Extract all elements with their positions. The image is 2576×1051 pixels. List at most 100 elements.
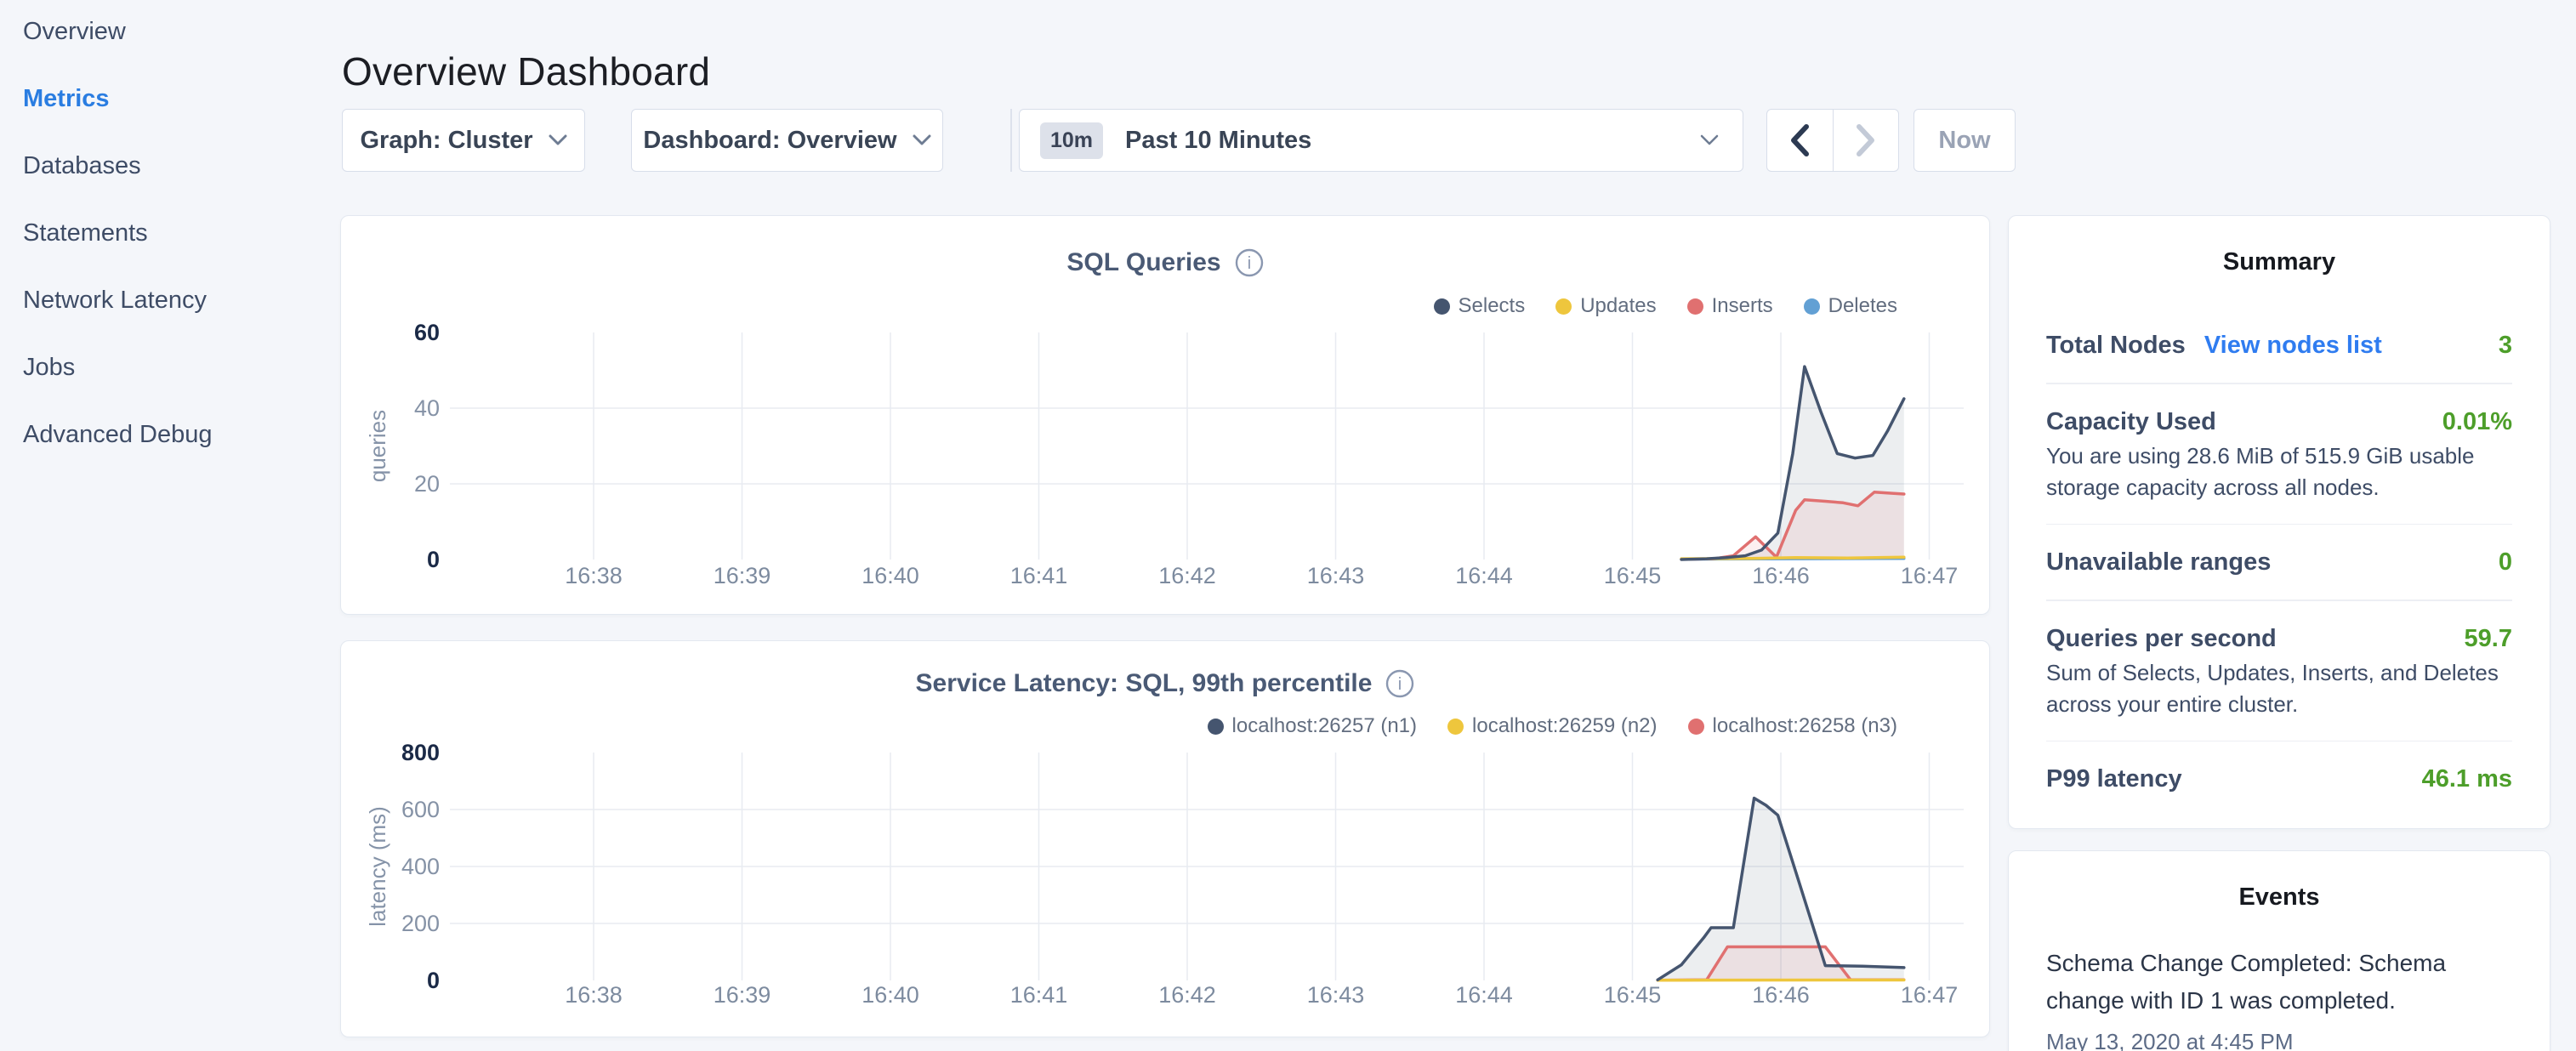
event-timestamp: May 13, 2020 at 4:45 PM: [2046, 1026, 2512, 1051]
x-tick-label: 16:46: [1752, 563, 1810, 588]
summary-divider: [2046, 599, 2512, 601]
x-tick-label: 16:43: [1307, 982, 1365, 1008]
legend-label: localhost:26258 (n3): [1713, 714, 1897, 738]
legend-item: localhost:26259 (n2): [1447, 714, 1657, 738]
chart-title: SQL Queries: [1066, 248, 1220, 277]
legend-item: localhost:26258 (n3): [1688, 714, 1897, 738]
legend-dot-icon: [1447, 719, 1464, 735]
chevron-down-icon: [1700, 134, 1719, 146]
x-tick-label: 16:45: [1604, 982, 1662, 1008]
summary-title: Summary: [2009, 216, 2550, 277]
time-pager: [1766, 109, 1899, 172]
service-latency-card: Service Latency: SQL, 99th percentile i …: [340, 640, 1990, 1037]
x-tick-label: 16:38: [565, 563, 623, 588]
dashboard-dropdown-label: Dashboard: Overview: [643, 127, 896, 155]
legend-label: Updates: [1580, 294, 1656, 318]
summary-row: Queries per second 59.7Sum of Selects, Up…: [2046, 622, 2512, 720]
x-tick-label: 16:41: [1010, 563, 1068, 588]
page-title: Overview Dashboard: [342, 48, 710, 94]
info-icon[interactable]: i: [1235, 248, 1264, 277]
y-axis-label: latency (ms): [365, 806, 390, 927]
y-axis-label: queries: [365, 410, 390, 482]
legend-dot-icon: [1687, 298, 1703, 315]
x-tick-label: 16:45: [1604, 563, 1662, 588]
x-tick-label: 16:39: [714, 563, 771, 588]
legend-dot-icon: [1804, 298, 1820, 315]
chevron-down-icon: [549, 134, 567, 146]
y-tick-label: 20: [414, 471, 440, 497]
sidebar-item-network-latency[interactable]: Network Latency: [23, 283, 336, 317]
x-tick-label: 16:41: [1010, 982, 1068, 1008]
legend-label: localhost:26257 (n1): [1232, 714, 1417, 738]
legend-label: Deletes: [1828, 294, 1897, 318]
sidebar-item-statements[interactable]: Statements: [23, 216, 336, 250]
graph-dropdown-label: Graph: Cluster: [360, 127, 532, 155]
legend-dot-icon: [1555, 298, 1572, 315]
x-tick-label: 16:39: [714, 982, 771, 1008]
time-range-label: Past 10 Minutes: [1125, 127, 1311, 155]
legend-label: Inserts: [1712, 294, 1773, 318]
summary-panel: Summary Total Nodes View nodes list 3 Capac…: [2008, 215, 2550, 829]
legend-label: localhost:26259 (n2): [1472, 714, 1657, 738]
sql-queries-card: SQL Queries i Selects Updates Inserts Delet…: [340, 215, 1990, 615]
y-tick-label: 60: [414, 320, 440, 345]
x-tick-label: 16:47: [1901, 563, 1959, 588]
sidebar-item-advanced-debug[interactable]: Advanced Debug: [23, 418, 336, 452]
chevron-right-icon: [1855, 123, 1877, 157]
time-back-button[interactable]: [1767, 110, 1833, 171]
events-title: Events: [2009, 851, 2550, 912]
summary-row-label: Queries per second: [2046, 622, 2277, 656]
sidebar-item-overview[interactable]: Overview: [23, 14, 336, 48]
chart-title: Service Latency: SQL, 99th percentile: [916, 669, 1373, 698]
summary-divider: [2046, 524, 2512, 526]
x-tick-label: 16:46: [1752, 982, 1810, 1008]
summary-row: P99 latency 46.1 ms: [2046, 762, 2512, 796]
x-tick-label: 16:47: [1901, 982, 1959, 1008]
time-range-dropdown[interactable]: 10m Past 10 Minutes: [1019, 109, 1743, 172]
time-forward-button[interactable]: [1833, 110, 1899, 171]
view-nodes-list-link[interactable]: View nodes list: [2204, 328, 2382, 362]
summary-row-label: P99 latency: [2046, 762, 2182, 796]
now-button[interactable]: Now: [1914, 109, 2016, 172]
legend-dot-icon: [1688, 719, 1704, 735]
dashboard-dropdown[interactable]: Dashboard: Overview: [631, 109, 943, 172]
x-tick-label: 16:40: [862, 982, 919, 1008]
legend-item: Updates: [1555, 294, 1656, 318]
summary-row-value: 46.1 ms: [2422, 762, 2512, 796]
legend-item: Selects: [1434, 294, 1526, 318]
service-latency-chart[interactable]: 16:3816:3916:4016:4116:4216:4316:4416:45…: [341, 641, 1988, 1036]
sidebar-item-jobs[interactable]: Jobs: [23, 350, 336, 384]
toolbar: Graph: Cluster Dashboard: Overview 10m P…: [0, 109, 2576, 172]
svg-text:i: i: [1247, 254, 1250, 273]
summary-row-value: 0.01%: [2442, 405, 2512, 439]
summary-row-subtext: Sum of Selects, Updates, Inserts, and De…: [2046, 657, 2512, 720]
svg-text:i: i: [1398, 675, 1402, 694]
y-tick-label: 400: [401, 854, 440, 879]
x-tick-label: 16:42: [1158, 563, 1216, 588]
y-tick-label: 600: [401, 797, 440, 822]
graph-dropdown[interactable]: Graph: Cluster: [342, 109, 585, 172]
summary-row: Total Nodes View nodes list 3: [2046, 328, 2512, 362]
events-panel: Events Schema Change Completed: Schema c…: [2008, 850, 2550, 1051]
legend-item: Inserts: [1687, 294, 1773, 318]
x-tick-label: 16:38: [565, 982, 623, 1008]
summary-row-label: Capacity Used: [2046, 405, 2216, 439]
y-tick-label: 800: [401, 740, 440, 765]
y-tick-label: 0: [427, 968, 440, 993]
x-tick-label: 16:42: [1158, 982, 1216, 1008]
summary-row-value: 59.7: [2465, 622, 2512, 656]
y-tick-label: 40: [414, 395, 440, 421]
event-message[interactable]: Schema Change Completed: Schema change w…: [2046, 945, 2512, 1020]
legend-dot-icon: [1208, 719, 1224, 735]
chart-legend: localhost:26257 (n1) localhost:26259 (n2)…: [1208, 714, 1897, 738]
summary-divider: [2046, 383, 2512, 384]
legend-dot-icon: [1434, 298, 1450, 315]
summary-row-label: Total Nodes: [2046, 328, 2186, 362]
summary-row-value: 0: [2499, 545, 2512, 579]
y-tick-label: 200: [401, 911, 440, 936]
summary-row-value: 3: [2499, 328, 2512, 362]
summary-row-subtext: You are using 28.6 MiB of 515.9 GiB usab…: [2046, 440, 2512, 503]
chevron-down-icon: [913, 134, 931, 146]
x-tick-label: 16:40: [862, 563, 919, 588]
info-icon[interactable]: i: [1385, 669, 1414, 698]
